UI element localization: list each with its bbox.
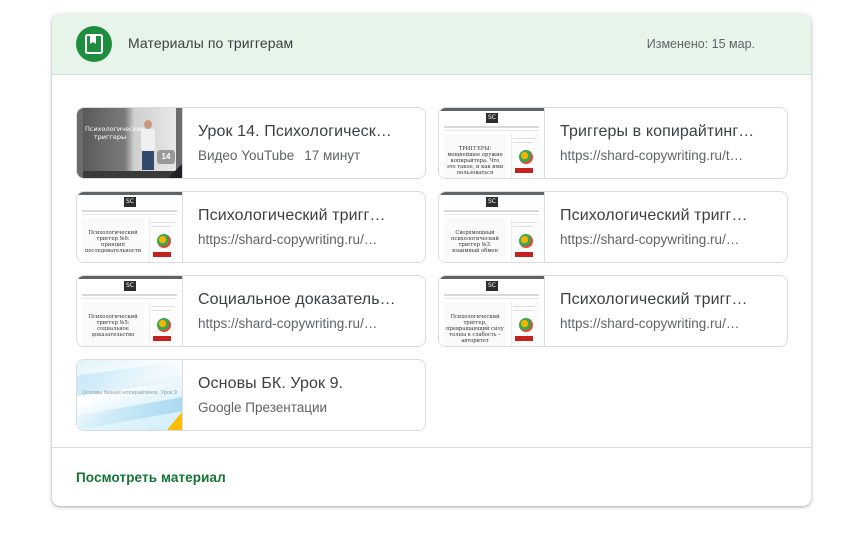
modified-date: Изменено: 15 мар. [646, 37, 755, 51]
attachment-url: https://shard-copywriting.ru/… [198, 232, 378, 247]
attachment-title: Психологический тригг… [560, 207, 748, 224]
video-duration: 17 минут [304, 148, 361, 163]
attachment-url: https://shard-copywriting.ru/t… [560, 148, 744, 163]
attachment-source: Видео YouTube [198, 148, 295, 163]
attachment-tile-link[interactable]: SC Психологический триггер, превращающий… [438, 275, 788, 347]
footer-divider [52, 447, 811, 448]
attachment-subtitle: Видео YouTube 17 минут [198, 148, 412, 163]
website-thumbnail: SC ТРИГГЕРЫ: мощнейшее оружие копирайтер… [439, 108, 545, 178]
person-figure [139, 120, 157, 170]
attachment-title: Урок 14. Психологическ… [198, 123, 392, 140]
bookmark-icon [76, 26, 112, 62]
video-thumbnail: Психологические триггеры 14 [77, 108, 183, 178]
thumb-headline: Психологический триггер №5: социальное д… [88, 314, 138, 338]
attachment-title: Основы БК. Урок 9. [198, 375, 344, 392]
attachment-tile-link[interactable]: SC Сверхмощный психологический триггер №… [438, 191, 788, 263]
slide-title-text: Основы бизнес-копирайтинга. Урок 9 [82, 390, 177, 396]
attachment-tile-link[interactable]: SC ТРИГГЕРЫ: мощнейшее оружие копирайтер… [438, 107, 788, 179]
site-logo-icon: SC [486, 113, 498, 123]
site-logo-icon: SC [124, 197, 136, 207]
attachment-url: https://shard-copywriting.ru/… [560, 232, 740, 247]
attachment-url: https://shard-copywriting.ru/… [198, 316, 378, 331]
attachment-title: Психологический тригг… [198, 207, 386, 224]
play-corner-icon [168, 164, 182, 178]
website-thumbnail: SC Психологический триггер, превращающий… [439, 276, 545, 346]
card-header: Материалы по триггерам Изменено: 15 мар. [52, 14, 811, 75]
thumb-headline: Сверхмощный психологический триггер №3: … [450, 230, 500, 254]
attachment-tile-link[interactable]: SC Психологический триггер №5: социально… [76, 275, 426, 347]
attachment-title: Социальное доказатель… [198, 291, 396, 308]
view-material-link[interactable]: Посмотреть материал [76, 470, 226, 485]
thumb-headline: Психологический триггер, превращающий си… [446, 314, 504, 344]
material-card: Материалы по триггерам Изменено: 15 мар.… [52, 14, 811, 506]
attachment-source: Google Презентации [198, 400, 328, 415]
attachment-tile-link[interactable]: SC Психологический триггер №6: принцип п… [76, 191, 426, 263]
site-logo-icon: SC [486, 197, 498, 207]
lesson-badge: 14 [157, 150, 175, 164]
site-logo-icon: SC [124, 281, 136, 291]
thumb-headline: ТРИГГЕРЫ: мощнейшее оружие копирайтера. … [446, 146, 504, 176]
attachment-tile-slides[interactable]: Основы бизнес-копирайтинга. Урок 9 Основ… [76, 359, 426, 431]
material-title: Материалы по триггерам [128, 35, 294, 51]
attachment-title: Психологический тригг… [560, 291, 748, 308]
attachment-title: Триггеры в копирайтинг… [560, 123, 755, 140]
attachment-tile-video[interactable]: Психологические триггеры 14 Урок 14. Пси… [76, 107, 426, 179]
slides-thumbnail: Основы бизнес-копирайтинга. Урок 9 [77, 360, 183, 430]
website-thumbnail: SC Сверхмощный психологический триггер №… [439, 192, 545, 262]
video-thumb-caption: Психологические триггеры [85, 125, 145, 141]
thumb-headline: Психологический триггер №6: принцип посл… [84, 230, 142, 254]
website-thumbnail: SC Психологический триггер №6: принцип п… [77, 192, 183, 262]
site-logo-icon: SC [486, 281, 498, 291]
website-thumbnail: SC Психологический триггер №5: социально… [77, 276, 183, 346]
attachment-url: https://shard-copywriting.ru/… [560, 316, 740, 331]
